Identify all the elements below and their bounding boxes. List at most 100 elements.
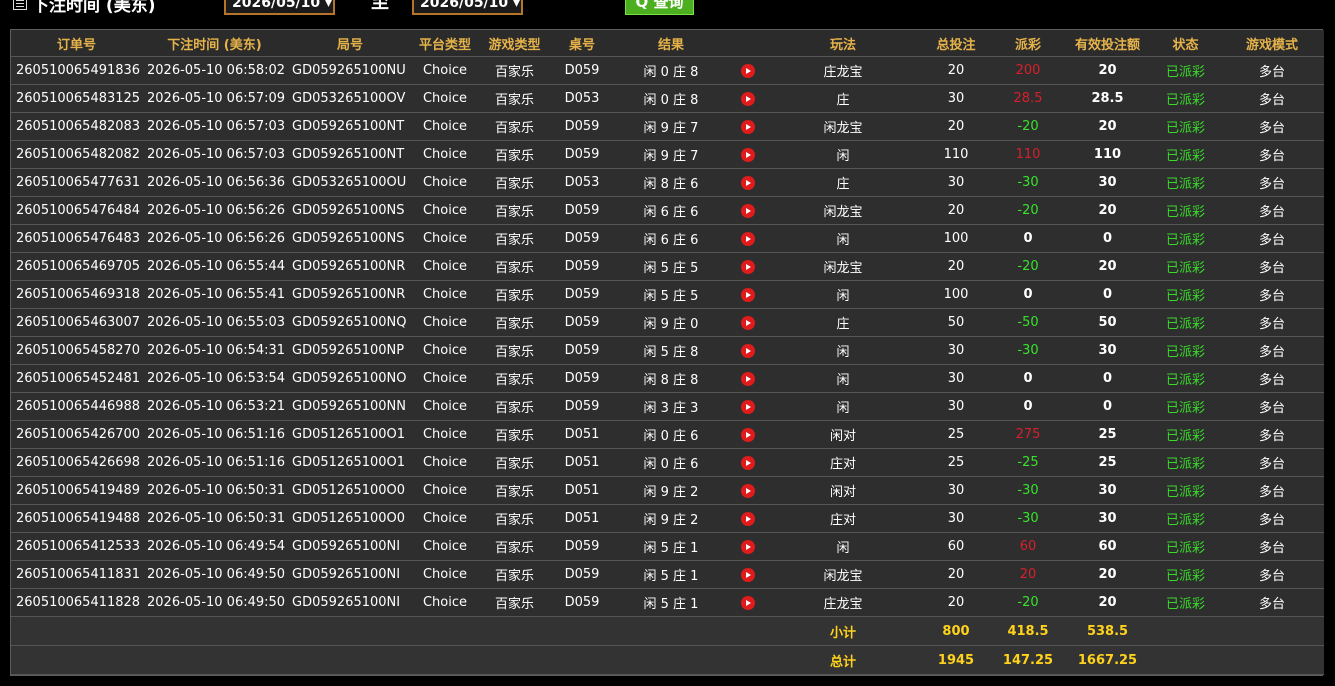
cell-round-id: GD059265100NI [287, 532, 413, 561]
table-row: 260510065477631 2026-05-10 06:56:36 GD0532… [11, 168, 1324, 197]
header-col-total-bet: 总投注 [920, 30, 992, 57]
cell-total-bet: 30 [920, 336, 992, 365]
date-from-select[interactable]: 2026/05/10 ▾ [224, 0, 335, 15]
summary-spacer [11, 645, 766, 675]
calendar-icon [13, 0, 27, 10]
table-row: 260510065483125 2026-05-10 06:57:09 GD0532… [11, 84, 1324, 113]
cell-table-no: D059 [552, 196, 612, 225]
cell-total-bet: 60 [920, 532, 992, 561]
cell-valid-bet: 20 [1064, 588, 1151, 617]
cell-valid-bet: 20 [1064, 112, 1151, 141]
cell-order-id: 260510065476483 [11, 224, 142, 253]
cell-result: 闲 8 庄 6 [612, 168, 730, 197]
play-circle-icon[interactable] [741, 119, 755, 134]
cell-game-type: 百家乐 [477, 504, 552, 533]
cell-table-no: D059 [552, 560, 612, 589]
cell-table-no: D059 [552, 364, 612, 393]
play-circle-icon[interactable] [741, 427, 755, 442]
cell-game-mode: 多台 [1220, 112, 1324, 141]
play-circle-icon[interactable] [741, 315, 755, 330]
cell-payout: -20 [992, 252, 1064, 281]
cell-bet-time: 2026-05-10 06:51:16 [142, 420, 287, 449]
cell-round-id: GD053265100OU [287, 168, 413, 197]
play-circle-icon[interactable] [741, 259, 755, 274]
table-row: 260510065419489 2026-05-10 06:50:31 GD0512… [11, 476, 1324, 505]
cell-bet-time: 2026-05-10 06:49:50 [142, 588, 287, 617]
cell-payout: -30 [992, 504, 1064, 533]
header-col-game-type: 游戏类型 [477, 30, 552, 57]
play-circle-icon[interactable] [741, 567, 755, 582]
cell-valid-bet: 0 [1064, 224, 1151, 253]
play-circle-icon[interactable] [741, 595, 755, 610]
cell-bet-type: 庄对 [766, 504, 920, 533]
cell-bet-type: 闲对 [766, 420, 920, 449]
cell-order-id: 260510065452481 [11, 364, 142, 393]
cell-round-id: GD059265100NU [287, 56, 413, 85]
cell-total-bet: 50 [920, 308, 992, 337]
cell-order-id: 260510065482082 [11, 140, 142, 169]
cell-status: 已派彩 [1151, 140, 1220, 169]
header-col-video [730, 30, 766, 57]
cell-result: 闲 0 庄 6 [612, 448, 730, 477]
cell-status: 已派彩 [1151, 252, 1220, 281]
cell-game-mode: 多台 [1220, 168, 1324, 197]
play-circle-icon[interactable] [741, 539, 755, 554]
cell-bet-type: 闲龙宝 [766, 112, 920, 141]
cell-result: 闲 8 庄 8 [612, 364, 730, 393]
query-button[interactable]: Q 查询 [625, 0, 694, 15]
cell-bet-time: 2026-05-10 06:50:31 [142, 504, 287, 533]
cell-status: 已派彩 [1151, 112, 1220, 141]
cell-bet-time: 2026-05-10 06:53:21 [142, 392, 287, 421]
cell-game-type: 百家乐 [477, 364, 552, 393]
play-circle-icon[interactable] [741, 455, 755, 470]
cell-platform: Choice [413, 336, 477, 365]
cell-payout: 20 [992, 560, 1064, 589]
cell-total-bet: 20 [920, 560, 992, 589]
play-circle-icon[interactable] [741, 483, 755, 498]
summary-label: 小计 [766, 616, 920, 646]
play-circle-icon[interactable] [741, 511, 755, 526]
cell-total-bet: 30 [920, 392, 992, 421]
cell-status: 已派彩 [1151, 364, 1220, 393]
cell-bet-time: 2026-05-10 06:55:03 [142, 308, 287, 337]
cell-game-mode: 多台 [1220, 252, 1324, 281]
cell-order-id: 260510065411828 [11, 588, 142, 617]
cell-order-id: 260510065458270 [11, 336, 142, 365]
play-circle-icon[interactable] [741, 399, 755, 414]
cell-bet-type: 闲龙宝 [766, 252, 920, 281]
result-video-cell [730, 364, 766, 393]
play-circle-icon[interactable] [741, 63, 755, 78]
cell-game-type: 百家乐 [477, 560, 552, 589]
result-video-cell [730, 336, 766, 365]
bet-time-filter-label: 下注时间 (美东) [32, 0, 156, 16]
table-row: 260510065469705 2026-05-10 06:55:44 GD0592… [11, 252, 1324, 281]
cell-game-mode: 多台 [1220, 364, 1324, 393]
play-circle-icon[interactable] [741, 371, 755, 386]
cell-bet-time: 2026-05-10 06:57:03 [142, 140, 287, 169]
cell-table-no: D059 [552, 532, 612, 561]
play-circle-icon[interactable] [741, 91, 755, 106]
cell-result: 闲 9 庄 7 [612, 140, 730, 169]
cell-order-id: 260510065419489 [11, 476, 142, 505]
cell-bet-time: 2026-05-10 06:49:50 [142, 560, 287, 589]
play-circle-icon[interactable] [741, 175, 755, 190]
play-circle-icon[interactable] [741, 147, 755, 162]
result-video-cell [730, 588, 766, 617]
cell-result: 闲 6 庄 6 [612, 196, 730, 225]
play-circle-icon[interactable] [741, 231, 755, 246]
play-circle-icon[interactable] [741, 203, 755, 218]
cell-total-bet: 110 [920, 140, 992, 169]
cell-bet-time: 2026-05-10 06:57:03 [142, 112, 287, 141]
date-to-select[interactable]: 2026/05/10 ▾ [412, 0, 523, 15]
play-circle-icon[interactable] [741, 287, 755, 302]
play-circle-icon[interactable] [741, 343, 755, 358]
cell-payout: -20 [992, 196, 1064, 225]
cell-platform: Choice [413, 588, 477, 617]
cell-game-type: 百家乐 [477, 588, 552, 617]
header-col-valid-bet: 有效投注额 [1064, 30, 1151, 57]
cell-round-id: GD059265100NT [287, 140, 413, 169]
grand-total-row: 总计 1945 147.25 1667.25 [11, 645, 1324, 675]
header-col-bet-type: 玩法 [766, 30, 920, 57]
cell-game-type: 百家乐 [477, 56, 552, 85]
cell-order-id: 260510065411831 [11, 560, 142, 589]
